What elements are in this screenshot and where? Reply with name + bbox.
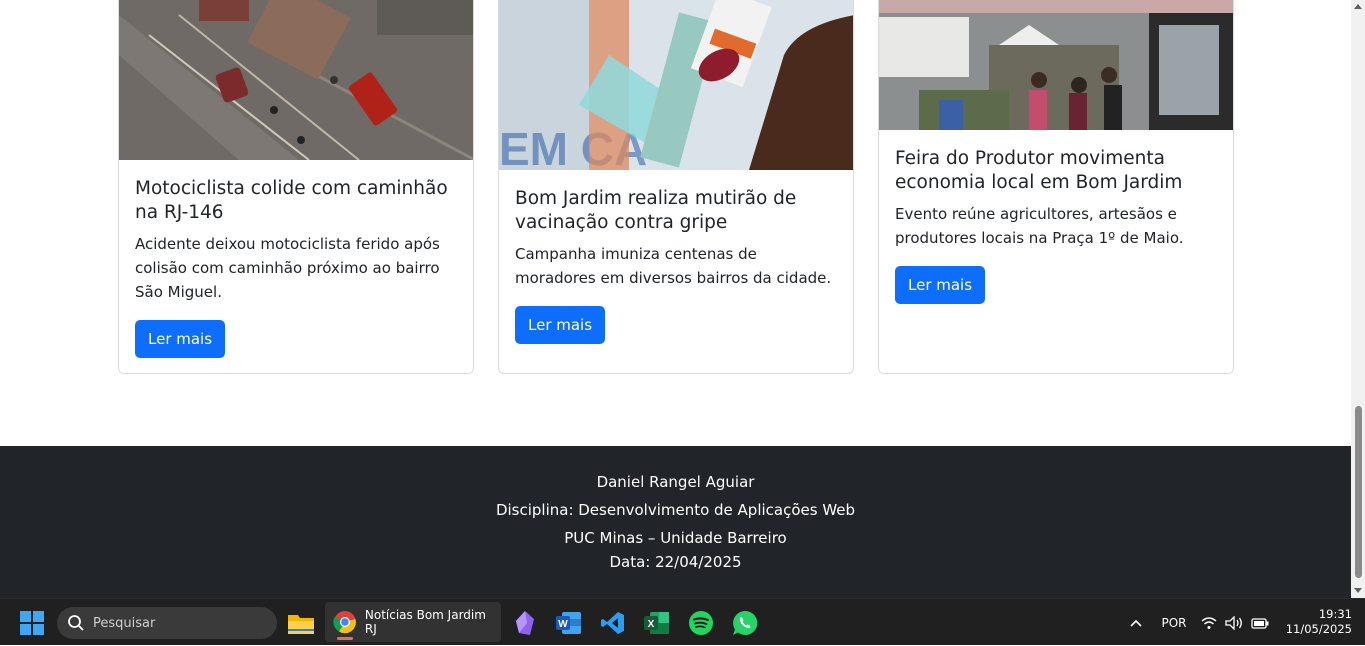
news-title: Motociclista colide com caminhão na RJ-1… (135, 178, 448, 223)
taskbar-spotify[interactable] (684, 599, 718, 646)
read-more-button[interactable]: Ler mais (135, 320, 226, 358)
excel-icon: X (644, 611, 669, 634)
news-title: Bom Jardim realiza mutirão de vacinação … (515, 188, 797, 233)
word-icon: W (556, 611, 581, 634)
whatsapp-icon (733, 610, 758, 635)
start-button[interactable] (14, 599, 50, 646)
news-summary: Campanha imuniza centenas de moradores e… (515, 245, 832, 287)
start-icon (20, 610, 44, 635)
taskbar-vscode[interactable] (596, 599, 630, 646)
spotify-icon (689, 610, 713, 635)
chevron-up-icon (1130, 619, 1142, 627)
footer-date: Data: 22/04/2025 (609, 553, 742, 571)
volume-icon (1225, 615, 1242, 630)
taskbar-whatsapp[interactable] (728, 599, 762, 646)
read-more-button[interactable]: Ler mais (515, 306, 606, 344)
news-card: EM CA Bom Jardim realiza mutirão de vaci… (498, 0, 854, 374)
taskbar-excel[interactable]: X (640, 599, 674, 646)
news-title: Feira do Produtor movimenta economia loc… (895, 148, 1183, 193)
news-image[interactable] (119, 0, 473, 160)
active-indicator (337, 637, 353, 640)
vertical-scrollbar[interactable] (1351, 0, 1365, 598)
active-window-title: Notícias Bom Jardim RJ (364, 608, 486, 636)
taskbar: Pesquisar Notícias Bom Jardim RJ W X POR… (0, 598, 1365, 645)
obsidian-icon (516, 610, 534, 635)
file-explorer-icon (288, 614, 314, 634)
scroll-up-icon[interactable] (1354, 4, 1362, 9)
taskbar-search[interactable]: Pesquisar (57, 607, 277, 639)
read-more-button[interactable]: Ler mais (895, 266, 986, 304)
news-image[interactable]: EM CA (499, 0, 853, 170)
clock[interactable]: 19:31 11/05/2025 (1280, 607, 1352, 637)
news-image[interactable] (879, 0, 1233, 130)
language-indicator[interactable]: POR (1156, 599, 1192, 646)
news-summary: Evento reúne agricultores, artesãos e pr… (895, 205, 1184, 247)
battery-icon (1251, 617, 1269, 629)
footer-discipline: Disciplina: Desenvolvimento de Aplicaçõe… (495, 501, 856, 519)
taskbar-obsidian[interactable] (508, 599, 542, 646)
clock-time: 19:31 (1318, 607, 1352, 621)
show-hidden-icons-button[interactable] (1124, 599, 1148, 646)
site-footer: Daniel Rangel Aguiar Disciplina: Desenvo… (0, 446, 1351, 598)
search-icon (68, 615, 84, 631)
footer-author: Daniel Rangel Aguiar (596, 473, 755, 491)
svg-text:X: X (648, 619, 655, 630)
browser-viewport: Motociclista colide com caminhão na RJ-1… (0, 0, 1351, 598)
news-card: Motociclista colide com caminhão na RJ-1… (118, 0, 474, 374)
news-summary: Acidente deixou motociclista ferido após… (135, 235, 440, 301)
wifi-icon (1201, 616, 1217, 629)
vscode-icon (601, 611, 624, 634)
scroll-thumb[interactable] (1355, 406, 1362, 578)
search-placeholder: Pesquisar (93, 615, 156, 631)
svg-text:W: W (558, 619, 568, 630)
taskbar-chrome-window[interactable]: Notícias Bom Jardim RJ (325, 602, 501, 642)
system-tray-status[interactable] (1198, 599, 1272, 646)
footer-institution: PUC Minas – Unidade Barreiro (564, 529, 787, 547)
scroll-down-icon[interactable] (1354, 588, 1362, 593)
taskbar-word[interactable]: W (552, 599, 586, 646)
clock-date: 11/05/2025 (1285, 622, 1352, 636)
taskbar-file-explorer[interactable] (284, 599, 318, 646)
news-card: Feira do Produtor movimenta economia loc… (878, 0, 1234, 374)
chrome-icon (333, 611, 356, 634)
